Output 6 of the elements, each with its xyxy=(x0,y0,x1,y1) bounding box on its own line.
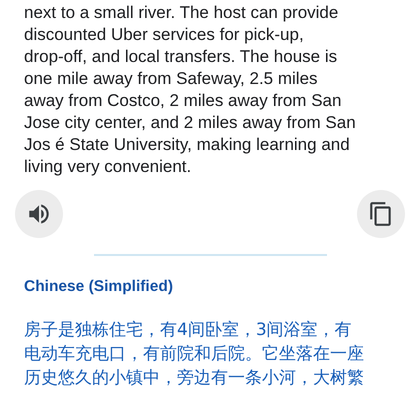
speaker-button[interactable] xyxy=(15,190,63,238)
copy-button[interactable] xyxy=(357,190,405,238)
translated-text: 房子是独栋住宅，有4间卧室，3间浴室，有 电动车充电口，有前院和后院。它坐落在一座 历史悠久的小镇中，旁边有一条小河，大树繁 xyxy=(24,319,364,390)
copy-icon xyxy=(368,201,394,227)
source-text: next to a small river. The host can provide discounted Uber services for pick-up, drop-off, and local transfers. The house is one mile away from Safeway, 2.5 miles away from Costco, 2 miles away from San Jose city center, and 2 miles away from San Jos é State University, making learning and living very convenient. xyxy=(24,2,356,178)
target-language-label: Chinese (Simplified) xyxy=(24,278,174,296)
